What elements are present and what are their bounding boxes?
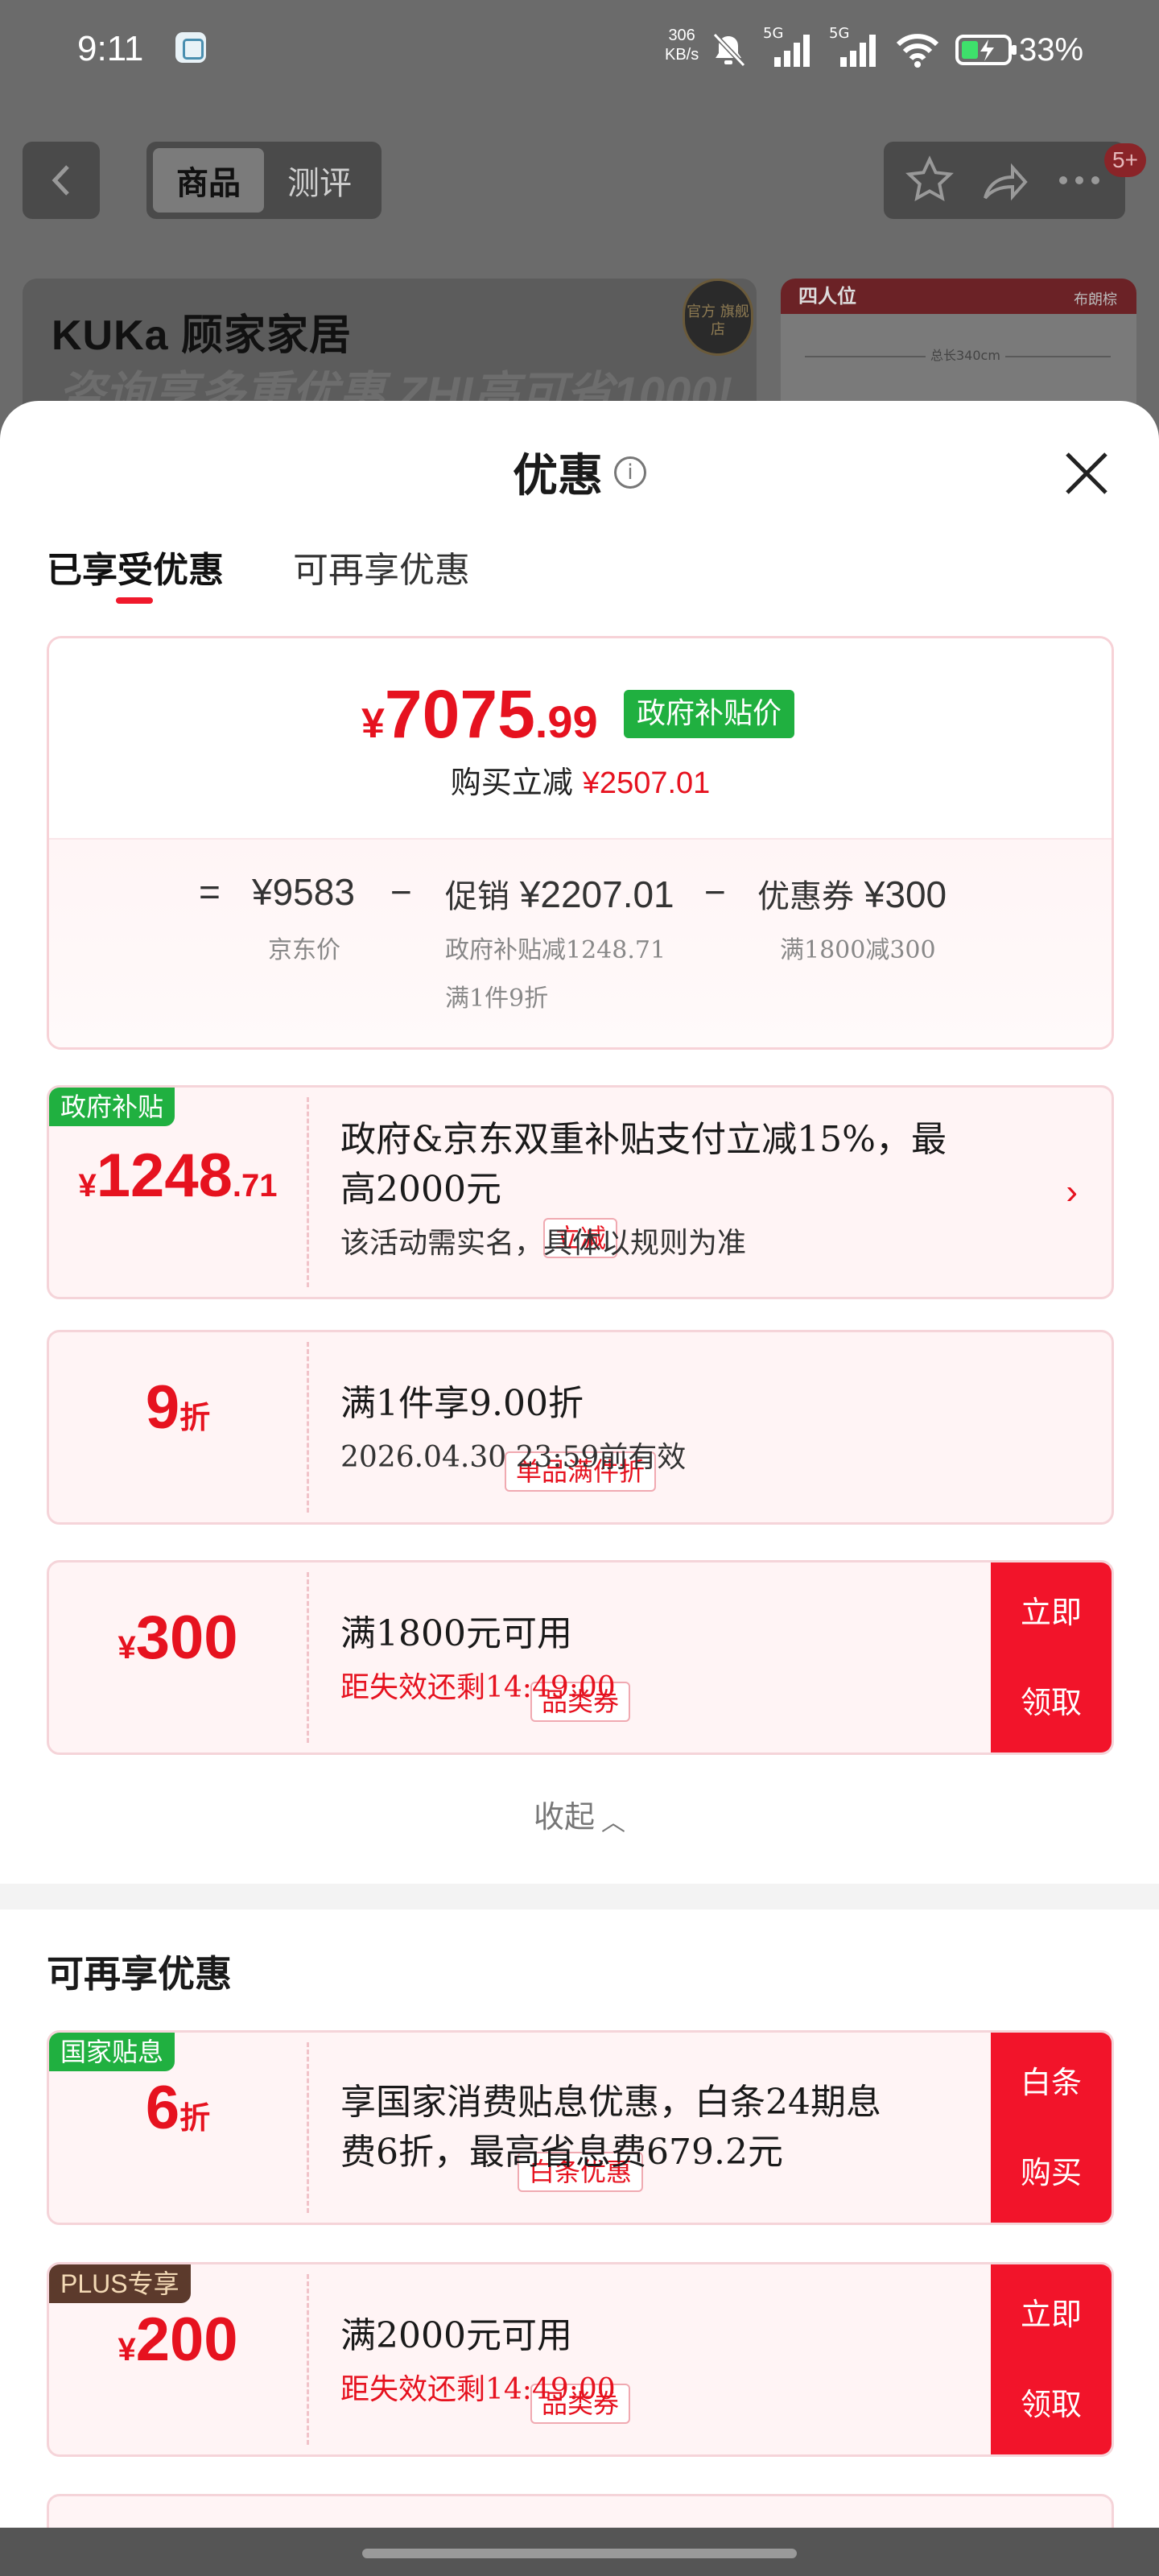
multi-item-discount-card: 9折 单品满件折 满1件享9.00折 2026.04.30 23:59前有效 — [47, 1330, 1114, 1525]
gov-subsidy-tag: 政府补贴 — [49, 1088, 175, 1126]
battery-percent: 33% — [1019, 32, 1084, 68]
coupon-note: 满1800减300 — [780, 936, 936, 964]
minus-sign: − — [390, 871, 412, 913]
jd-price-label: 京东价 — [268, 936, 340, 964]
chevron-up-icon: ︿ — [601, 1808, 625, 1837]
coupon-200-details: 满2000元可用 距失效还剩14:49:00 — [340, 2315, 616, 2406]
chevron-right-icon: › — [1066, 1172, 1078, 1212]
status-time: 9:11 — [77, 29, 144, 68]
promo-note-subsidy: 政府补贴减1248.71 — [445, 936, 666, 964]
app-notification-icon — [175, 32, 206, 63]
info-icon[interactable]: i — [614, 456, 646, 489]
home-indicator[interactable] — [362, 2549, 797, 2558]
subsidy-details: 政府&京东双重补贴支付立减15%，最 高2000元 该活动需实名，具体以规则为准 — [340, 1119, 947, 1260]
battery-charging-icon — [955, 35, 1017, 65]
claim-coupon-200-button[interactable]: 立即 领取 — [991, 2264, 1112, 2454]
interest-discount-rate: 6折 — [145, 2074, 211, 2142]
dimension-line: 总长340cm — [805, 345, 1111, 364]
collapse-button[interactable]: 收起 ︿ — [0, 1792, 1159, 1838]
cell-signal-icon: 5G — [763, 25, 815, 70]
jd-price: ¥9583 — [252, 871, 355, 913]
claim-coupon-300-button[interactable]: 立即 领取 — [991, 1563, 1112, 1752]
star-favorite-icon[interactable] — [904, 155, 955, 206]
cell-signal-icon-2: 5G — [829, 25, 881, 70]
tab-enjoyed-discounts[interactable]: 已享受优惠 — [47, 541, 224, 604]
card-divider — [307, 1097, 309, 1287]
instant-cut-line: 购买立减 ¥2507.01 — [450, 765, 711, 800]
close-icon[interactable] — [1061, 448, 1112, 499]
coupon-300-details: 满1800元可用 距失效还剩14:49:00 — [340, 1613, 616, 1704]
discount-rate: 9折 — [145, 1373, 211, 1442]
tab-product[interactable]: 商品 — [153, 148, 264, 213]
price-breakdown: = ¥9583 − 促销 ¥2207.01 − 优惠券 ¥300 京东价 政府补… — [49, 838, 1112, 1047]
discount-tabs: 已享受优惠 可再享优惠 — [47, 541, 470, 604]
coupon-200-countdown: 距失效还剩14:49:00 — [340, 2373, 616, 2406]
brand-logo: KUKa 顾家家居 — [52, 312, 353, 359]
card-divider — [307, 2274, 309, 2445]
coupon-amount: 优惠券 ¥300 — [757, 873, 947, 915]
promo-note-discount: 满1件9折 — [445, 985, 549, 1013]
card-divider — [307, 2042, 309, 2213]
interest-subsidy-details: 享国家消费贴息优惠，白条24期息 费6折，最高省息费679.2元 — [340, 2082, 881, 2173]
coupon-countdown: 距失效还剩14:49:00 — [340, 1671, 616, 1704]
wifi-icon — [896, 34, 939, 68]
plus-coupon-200-card: PLUS专享 ¥200 品类券 满2000元可用 距失效还剩14:49:00 立… — [47, 2262, 1114, 2457]
discount-sheet: 优惠 i 已享受优惠 可再享优惠 ¥7075.99 政府补贴价 购买立减 ¥250… — [0, 401, 1159, 2576]
product-banner: KUKa 顾家家居 咨询享多重优惠 ZHI高可省1000! 官方 旗舰店 — [23, 279, 757, 415]
coupon-300-amount: ¥300 — [118, 1604, 238, 1672]
section-separator — [0, 1884, 1159, 1909]
tab-more-discounts[interactable]: 可再享优惠 — [293, 541, 470, 592]
status-icons: 5G 5G — [708, 25, 1019, 72]
background-product-page: 9:11 306 KB/s 5G 5G 33% 商品 测评 5+ KUKa 顾家… — [0, 0, 1159, 451]
discount-details: 满1件享9.00折 2026.04.30 23:59前有效 — [340, 1383, 687, 1474]
promo-amount: 促销 ¥2207.01 — [445, 873, 674, 915]
minus-sign-2: − — [704, 871, 726, 913]
more-discounts-title: 可再享优惠 — [47, 1952, 232, 1996]
official-store-seal: 官方 旗舰店 — [683, 279, 753, 356]
interest-subsidy-card: 国家贴息 6折 白条优惠 享国家消费贴息优惠，白条24期息 费6折，最高省息费6… — [47, 2030, 1114, 2225]
notification-badge: 5+ — [1104, 143, 1146, 177]
subsidy-amount: ¥1248.71 — [78, 1141, 278, 1210]
top-toolbar — [884, 142, 1125, 219]
thumbnail-color: 布朗棕 — [1074, 291, 1117, 308]
tab-review[interactable]: 测评 — [264, 148, 375, 213]
share-icon[interactable] — [979, 155, 1030, 206]
status-bar: 9:11 306 KB/s 5G 5G 33% — [0, 0, 1159, 105]
more-icon[interactable] — [1054, 155, 1105, 206]
card-divider — [307, 1342, 309, 1513]
chevron-left-icon — [52, 165, 69, 196]
gov-subsidy-card[interactable]: 政府补贴 ¥1248.71 立减 政府&京东双重补贴支付立减15%，最 高200… — [47, 1085, 1114, 1299]
plus-exclusive-tag: PLUS专享 — [49, 2264, 191, 2303]
mute-icon — [712, 32, 746, 68]
card-divider — [307, 1572, 309, 1743]
category-coupon-300-card: ¥300 品类券 满1800元可用 距失效还剩14:49:00 立即 领取 — [47, 1560, 1114, 1755]
product-thumbnail-card: 四人位 布朗棕 总长340cm — [781, 279, 1136, 415]
coupon-200-amount: ¥200 — [118, 2306, 238, 2374]
product-tab-switch: 商品 测评 — [146, 142, 382, 219]
baitiao-buy-button[interactable]: 白条 购买 — [991, 2033, 1112, 2223]
instant-cut-amount: ¥2507.01 — [582, 766, 711, 800]
sheet-title: 优惠 i — [0, 440, 1159, 505]
interest-subsidy-tag: 国家贴息 — [49, 2033, 175, 2071]
price-summary: ¥7075.99 政府补贴价 购买立减 ¥2507.01 = ¥9583 − 促… — [47, 636, 1114, 1050]
back-button[interactable] — [23, 142, 100, 219]
gov-subsidy-price-tag: 政府补贴价 — [624, 690, 795, 738]
network-speed: 306 KB/s — [665, 27, 699, 64]
final-price: ¥7075.99 — [361, 676, 598, 752]
equals-sign: = — [199, 871, 221, 913]
